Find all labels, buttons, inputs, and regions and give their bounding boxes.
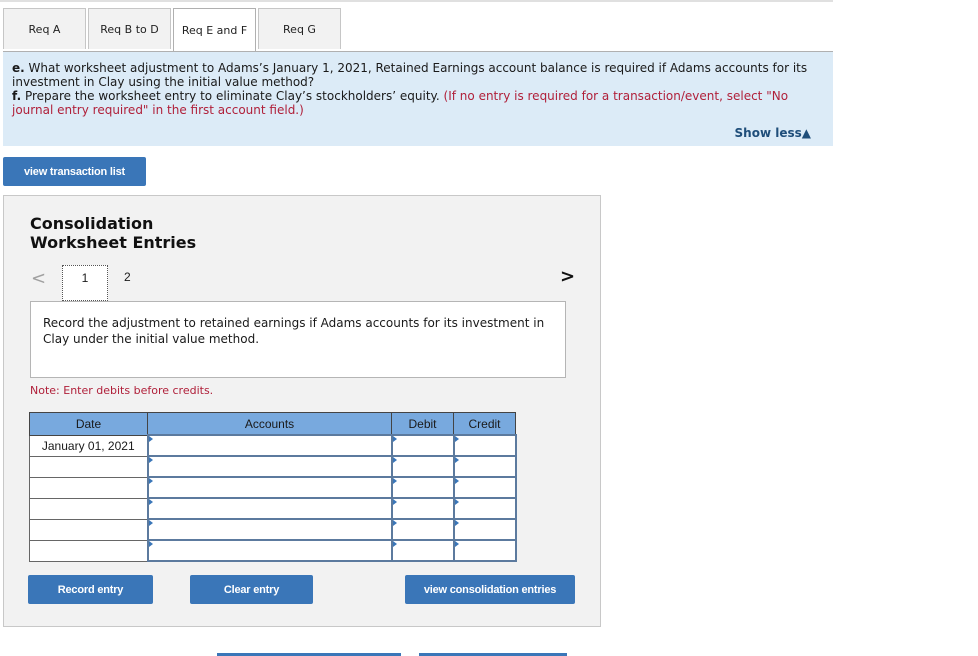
date-cell: January 01, 2021 (29, 434, 148, 457)
chevron-left-icon[interactable]: < (31, 268, 46, 289)
table-row (29, 455, 517, 478)
triangle-up-icon: ▲ (801, 126, 811, 140)
account-input[interactable] (146, 539, 393, 562)
debit-input[interactable] (390, 518, 455, 541)
debit-input[interactable] (390, 455, 455, 478)
tab-req-a[interactable]: Req A (3, 8, 86, 49)
requirement-tabs: Req A Req B to D Req E and F Req G (3, 8, 343, 52)
show-less-link[interactable]: Show less▲ (735, 126, 811, 140)
date-cell (29, 518, 148, 541)
debit-input[interactable] (390, 434, 455, 457)
account-input[interactable] (146, 455, 393, 478)
credit-input[interactable] (452, 539, 517, 562)
credit-input[interactable] (452, 455, 517, 478)
consolidation-panel: Consolidation Worksheet Entries < 1 2 > … (3, 195, 601, 627)
credit-input[interactable] (452, 476, 517, 499)
chevron-right-icon[interactable]: > (560, 266, 575, 287)
date-cell (29, 539, 148, 562)
table-row (29, 497, 517, 520)
record-entry-button[interactable]: Record entry (28, 575, 153, 604)
question-box: e. What worksheet adjustment to Adams’s … (3, 52, 833, 146)
account-input[interactable] (146, 434, 393, 457)
clear-entry-button[interactable]: Clear entry (190, 575, 313, 604)
date-cell (29, 455, 148, 478)
account-input[interactable] (146, 497, 393, 520)
credit-input[interactable] (452, 518, 517, 541)
question-f: f. Prepare the worksheet entry to elimin… (12, 89, 789, 117)
view-transaction-list-button[interactable]: view transaction list (3, 157, 146, 186)
journal-entry-table: Date Accounts Debit Credit January 01, 2… (29, 412, 517, 562)
tab-req-g[interactable]: Req G (258, 8, 341, 49)
header-accounts: Accounts (147, 412, 392, 436)
header-date: Date (29, 412, 148, 436)
question-e: e. What worksheet adjustment to Adams’s … (12, 61, 808, 89)
panel-title: Consolidation Worksheet Entries (30, 214, 197, 252)
view-consolidation-entries-button[interactable]: view consolidation entries (405, 575, 575, 604)
account-input[interactable] (146, 476, 393, 499)
debits-note: Note: Enter debits before credits. (30, 384, 214, 397)
tab-req-b-to-d[interactable]: Req B to D (88, 8, 171, 49)
header-credit: Credit (453, 412, 516, 436)
debit-input[interactable] (390, 497, 455, 520)
table-row (29, 539, 517, 562)
debit-input[interactable] (390, 476, 455, 499)
date-cell (29, 497, 148, 520)
page-2-button[interactable]: 2 (124, 270, 131, 284)
instruction-box: Record the adjustment to retained earnin… (30, 301, 566, 378)
tab-req-e-and-f[interactable]: Req E and F (173, 8, 256, 52)
header-debit: Debit (391, 412, 454, 436)
debit-input[interactable] (390, 539, 455, 562)
date-cell (29, 476, 148, 499)
page-1-button[interactable]: 1 (62, 265, 108, 301)
table-row (29, 518, 517, 541)
account-input[interactable] (146, 518, 393, 541)
credit-input[interactable] (452, 434, 517, 457)
table-row (29, 476, 517, 499)
table-row: January 01, 2021 (29, 434, 517, 457)
top-divider (0, 0, 833, 2)
credit-input[interactable] (452, 497, 517, 520)
